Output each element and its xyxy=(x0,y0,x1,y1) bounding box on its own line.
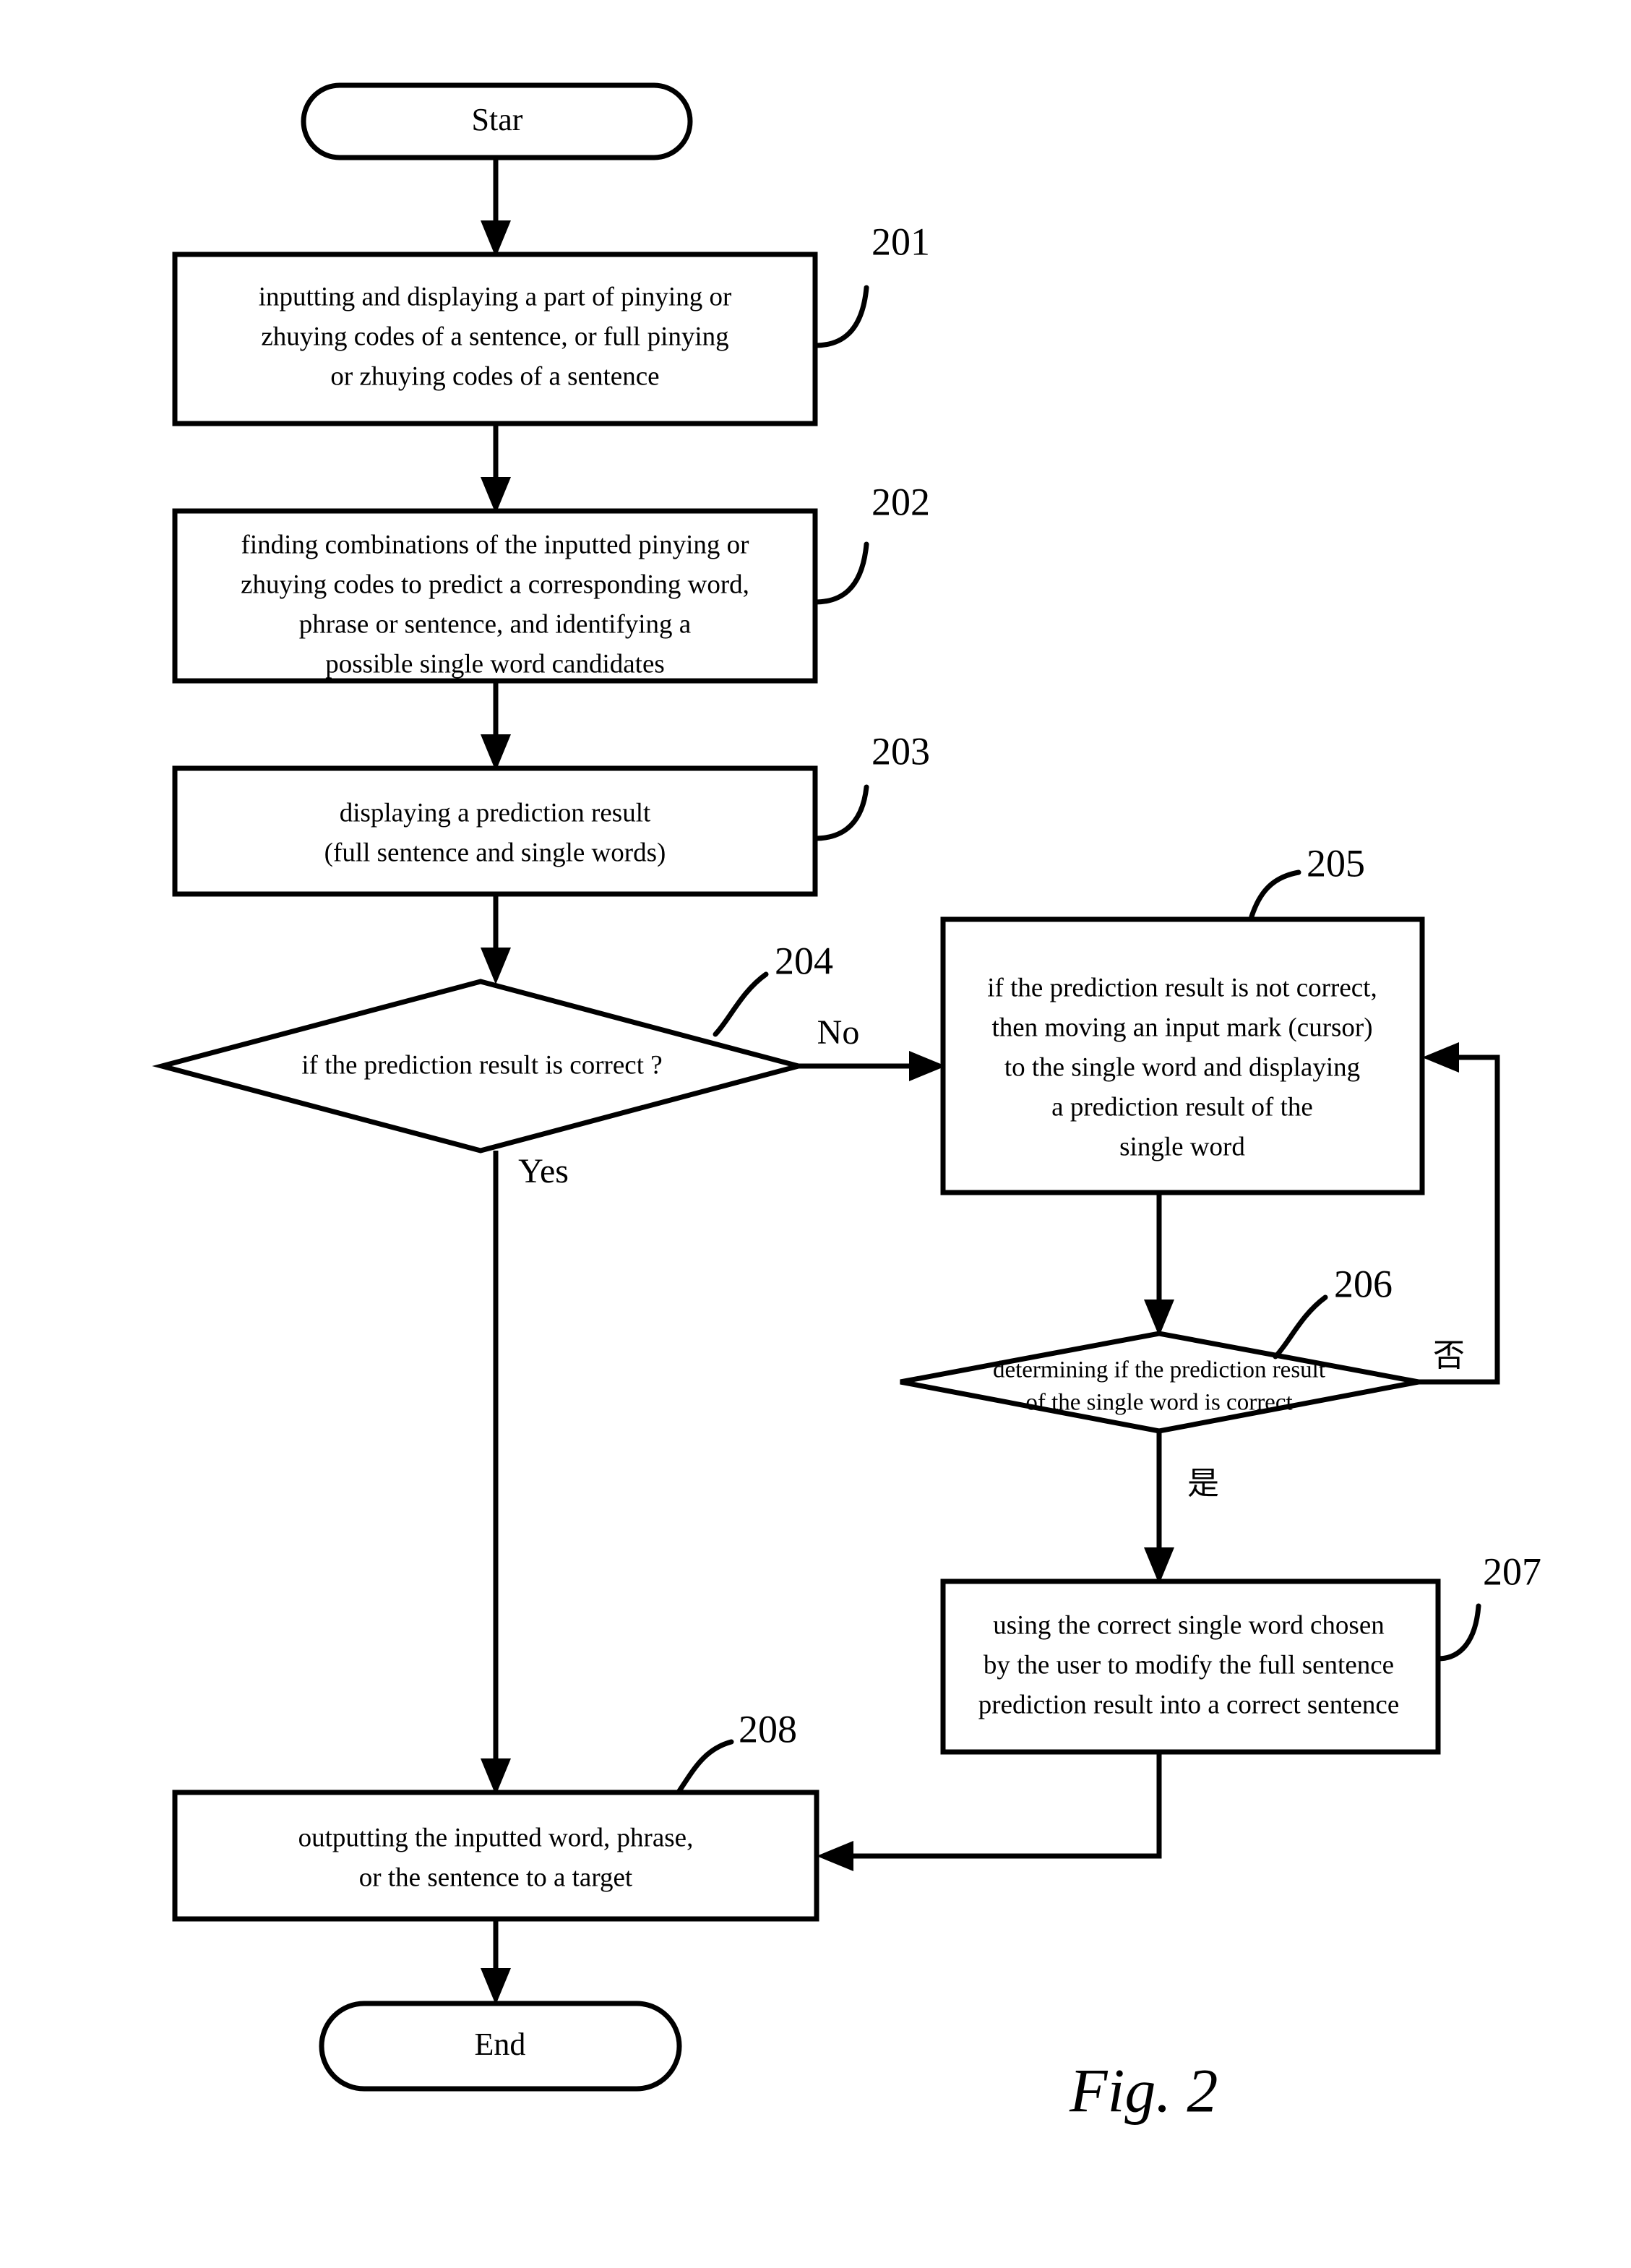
end-label: End xyxy=(475,2027,526,2062)
figure-canvas: Star inputting and displaying a part of … xyxy=(0,0,1631,2268)
connector-205-to-206 xyxy=(1144,1193,1174,1336)
callout-205: 205 xyxy=(1249,841,1365,919)
step-203-line-2: (full sentence and single words) xyxy=(324,838,666,867)
node-start[interactable]: Star xyxy=(301,82,693,160)
connector-207-to-208 xyxy=(817,1752,1162,1871)
connector-204-to-205 xyxy=(799,1051,946,1081)
ref-number-208: 208 xyxy=(739,1707,797,1751)
ref-number-203: 203 xyxy=(872,729,930,773)
start-label: Star xyxy=(472,102,523,137)
step-201-line-3: or zhuying codes of a sentence xyxy=(330,361,659,391)
node-step-207[interactable]: using the correct single word chosen by … xyxy=(940,1578,1441,1755)
callout-208: 208 xyxy=(676,1707,797,1794)
step-206-line-1: determining if the prediction result xyxy=(993,1357,1325,1383)
step-205-line-2: then moving an input mark (cursor) xyxy=(991,1013,1372,1042)
ref-number-202: 202 xyxy=(872,480,930,523)
step-207-line-3: prediction result into a correct sentenc… xyxy=(978,1690,1400,1719)
figure-caption: Fig. 2 xyxy=(1069,2056,1218,2126)
node-step-203[interactable]: displaying a prediction result (full sen… xyxy=(172,765,818,897)
callout-201: 201 xyxy=(812,220,930,348)
node-step-202[interactable]: finding combinations of the inputted pin… xyxy=(172,508,818,684)
edge-label-206-yes: 是 xyxy=(1187,1465,1219,1502)
step-201-line-2: zhuying codes of a sentence, or full pin… xyxy=(261,322,728,351)
ref-number-206: 206 xyxy=(1334,1262,1393,1305)
connector-204-to-208 xyxy=(481,1151,511,1795)
callout-206: 206 xyxy=(1273,1262,1393,1359)
edge-label-204-yes: Yes xyxy=(518,1152,569,1190)
step-202-line-3: phrase or sentence, and identifying a xyxy=(299,609,691,639)
ref-number-205: 205 xyxy=(1307,841,1365,885)
connector-208-to-end xyxy=(481,1919,511,2005)
edge-label-206-no: 否 xyxy=(1433,1337,1465,1374)
step-201-line-1: inputting and displaying a part of pinyi… xyxy=(259,282,732,312)
step-203-line-1: displaying a prediction result xyxy=(340,798,651,828)
flowchart-svg: Star inputting and displaying a part of … xyxy=(152,82,1541,2126)
node-step-204[interactable]: if the prediction result is correct ? xyxy=(152,979,809,1154)
step-205-line-5: single word xyxy=(1119,1132,1245,1161)
step-207-line-1: using the correct single word chosen xyxy=(993,1610,1385,1640)
step-208-line-2: or the sentence to a target xyxy=(359,1863,633,1892)
step-205-line-4: a prediction result of the xyxy=(1051,1092,1313,1122)
ref-number-201: 201 xyxy=(872,220,930,263)
connector-206-to-207 xyxy=(1144,1431,1174,1584)
callout-207: 207 xyxy=(1435,1550,1541,1662)
node-step-201[interactable]: inputting and displaying a part of pinyi… xyxy=(172,252,818,426)
step-202-line-2: zhuying codes to predict a corresponding… xyxy=(241,570,749,599)
callout-204: 204 xyxy=(713,939,833,1037)
callout-202: 202 xyxy=(812,480,930,605)
ref-number-204: 204 xyxy=(775,939,833,982)
connector-201-to-202 xyxy=(481,424,511,514)
step-202-line-1: finding combinations of the inputted pin… xyxy=(241,530,749,559)
node-end[interactable]: End xyxy=(319,2001,682,2092)
step-205-line-3: to the single word and displaying xyxy=(1004,1052,1360,1082)
connector-202-to-203 xyxy=(481,681,511,771)
connector-start-to-201 xyxy=(481,158,511,257)
ref-number-207: 207 xyxy=(1483,1550,1541,1593)
step-205-line-1: if the prediction result is not correct, xyxy=(987,973,1377,1002)
step-202-line-4: possible single word candidates xyxy=(325,649,665,679)
step-207-line-2: by the user to modify the full sentence xyxy=(984,1650,1394,1680)
step-204-line-1: if the prediction result is correct ? xyxy=(301,1050,662,1080)
connector-203-to-204 xyxy=(481,894,511,984)
callout-203: 203 xyxy=(812,729,930,841)
edge-label-204-no: No xyxy=(817,1013,860,1052)
node-step-205[interactable]: if the prediction result is not correct,… xyxy=(940,916,1425,1195)
node-step-208[interactable]: outputting the inputted word, phrase, or… xyxy=(172,1790,819,1922)
step-208-line-1: outputting the inputted word, phrase, xyxy=(298,1823,694,1852)
step-206-line-2: of the single word is correct xyxy=(1025,1390,1292,1416)
connector-206-no-loop-to-205 xyxy=(1419,1042,1500,1385)
node-step-206[interactable]: determining if the prediction result of … xyxy=(900,1331,1419,1434)
